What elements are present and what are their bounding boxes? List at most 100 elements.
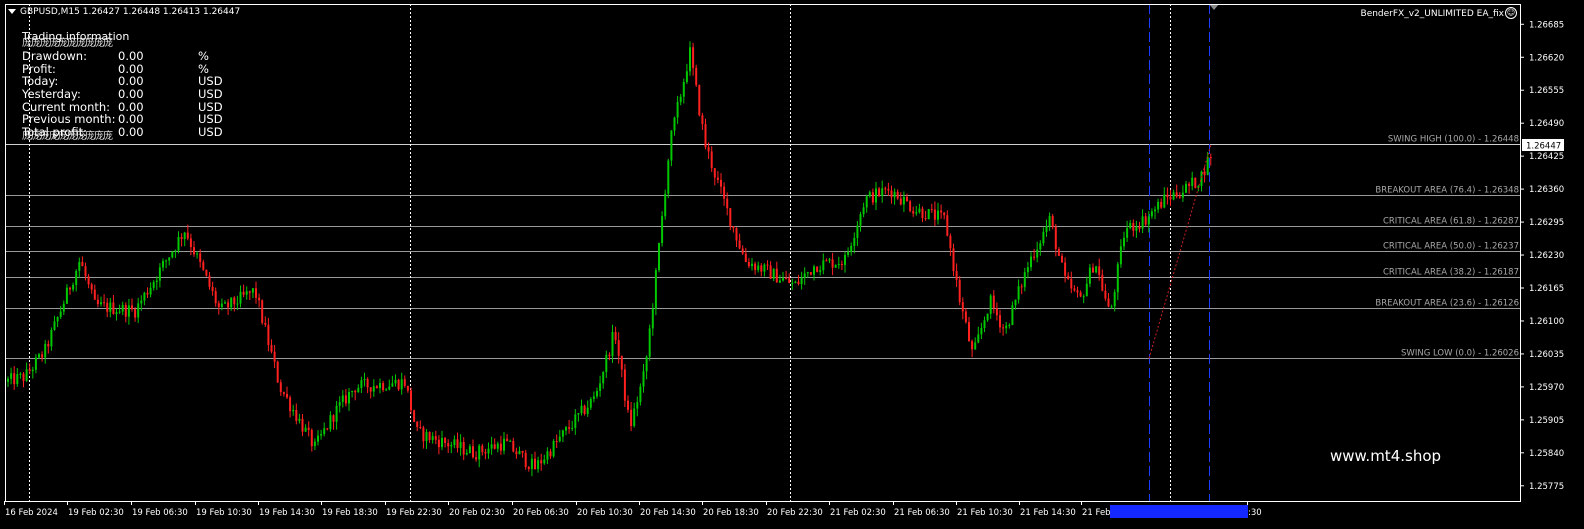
candle-body xyxy=(425,431,428,442)
candle-body xyxy=(769,265,772,279)
candle xyxy=(540,453,543,471)
candle xyxy=(1064,257,1067,283)
candle xyxy=(406,385,409,393)
candle-body xyxy=(1157,201,1160,210)
candle-body xyxy=(38,354,40,358)
candle-body xyxy=(682,82,685,97)
candle xyxy=(977,326,980,344)
candle-body xyxy=(236,303,239,305)
candle-body xyxy=(1002,327,1005,329)
candle-body xyxy=(558,436,561,442)
panel-row: Drawdown: 0.00% xyxy=(22,49,209,63)
candle-body xyxy=(131,305,133,310)
candle-body xyxy=(1203,171,1206,176)
candle xyxy=(1101,269,1104,292)
candle-body xyxy=(1163,194,1166,208)
candle xyxy=(329,411,332,432)
candle-body xyxy=(357,387,360,393)
candle xyxy=(809,271,812,276)
candle-body xyxy=(961,302,964,312)
candle xyxy=(546,447,549,465)
candle xyxy=(499,435,502,455)
candle xyxy=(1119,239,1122,268)
candle-body xyxy=(958,279,961,303)
candle xyxy=(602,371,605,389)
candle-body xyxy=(304,427,307,432)
candle-body xyxy=(1085,283,1088,297)
candle xyxy=(13,366,16,390)
candle xyxy=(955,263,958,288)
candle xyxy=(1126,220,1129,242)
candle-body xyxy=(69,287,71,290)
candle-body xyxy=(217,303,220,307)
candle xyxy=(605,350,608,378)
candle-body xyxy=(729,208,732,227)
candle-body xyxy=(465,453,468,455)
candle-body xyxy=(453,439,456,446)
candle-body xyxy=(952,248,955,272)
candle xyxy=(478,443,481,468)
panel-label: Total profit: xyxy=(22,125,87,140)
candle-body xyxy=(543,459,546,464)
candle xyxy=(757,261,760,273)
candle xyxy=(713,167,716,186)
candle xyxy=(205,269,208,277)
candle xyxy=(152,280,155,291)
candle-body xyxy=(242,291,245,295)
candle-body xyxy=(65,287,68,304)
candle-body xyxy=(292,410,295,412)
candle xyxy=(723,182,726,206)
candle-body xyxy=(1178,196,1181,198)
candle xyxy=(974,337,977,350)
y-tick-label: 1.25970 xyxy=(1529,383,1564,393)
candle-body xyxy=(1082,296,1085,298)
candle xyxy=(912,206,915,217)
candle xyxy=(475,451,478,462)
candle xyxy=(658,242,660,273)
candle-body xyxy=(413,410,416,422)
candle xyxy=(131,298,133,312)
candle xyxy=(701,112,704,130)
candle xyxy=(239,285,242,308)
candle xyxy=(875,182,877,210)
candle-body xyxy=(540,460,543,464)
chart-window[interactable]: SWING HIGH (100.0) - 1.26448 BREAKOUT ARE… xyxy=(0,0,1584,529)
candle-body xyxy=(878,188,881,196)
candle xyxy=(568,419,571,434)
candle xyxy=(301,414,304,437)
collapse-triangle-icon[interactable] xyxy=(8,9,16,14)
candle xyxy=(47,340,50,354)
candle xyxy=(258,293,261,308)
candle xyxy=(1132,219,1135,237)
x-tick-label: 19 Feb 10:30 xyxy=(196,508,252,518)
candle xyxy=(1141,209,1144,234)
candle xyxy=(509,439,512,442)
candle xyxy=(1116,261,1119,301)
candle xyxy=(1045,219,1048,237)
candle xyxy=(236,295,239,311)
panel-row: Previous month: 0.00 USD xyxy=(22,112,223,126)
candle xyxy=(313,438,316,450)
candle-body xyxy=(586,407,589,414)
candle-body xyxy=(75,270,78,285)
candle-body xyxy=(757,265,760,270)
candle xyxy=(642,364,645,393)
candle-body xyxy=(96,299,99,305)
candle-body xyxy=(909,201,912,211)
candle xyxy=(614,326,617,345)
candle xyxy=(775,261,778,283)
smiley-icon[interactable]: ☺ xyxy=(1505,7,1517,19)
candle xyxy=(980,322,983,340)
candle-body xyxy=(785,278,788,280)
candle-body xyxy=(264,322,267,325)
candle xyxy=(484,448,487,460)
candle-body xyxy=(918,208,921,213)
candle-body xyxy=(1079,292,1082,297)
candle xyxy=(134,307,137,322)
y-tick-label: 1.25840 xyxy=(1529,449,1564,459)
candle-body xyxy=(406,385,409,391)
candle xyxy=(261,299,264,325)
candle xyxy=(264,316,267,328)
candle xyxy=(490,436,493,455)
candle xyxy=(1181,185,1184,202)
